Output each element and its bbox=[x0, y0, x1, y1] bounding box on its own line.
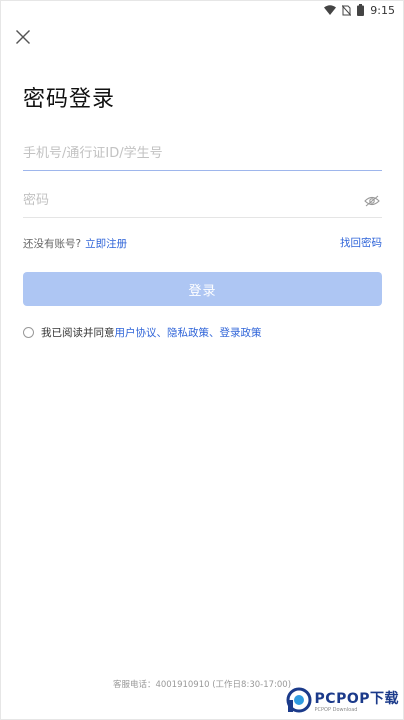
phone-field bbox=[23, 137, 382, 171]
forgot-password-link[interactable]: 找回密码 bbox=[340, 235, 382, 250]
close-button[interactable] bbox=[11, 27, 35, 51]
password-input[interactable] bbox=[23, 184, 353, 217]
toggle-password-visibility-button[interactable] bbox=[362, 191, 382, 211]
login-button[interactable]: 登录 bbox=[23, 272, 382, 306]
eye-off-icon bbox=[364, 192, 380, 211]
page-title: 密码登录 bbox=[23, 87, 116, 112]
agreement-links[interactable]: 用户协议、隐私政策、登录政策 bbox=[115, 325, 262, 340]
no-sim-icon bbox=[342, 4, 352, 16]
phone-input[interactable] bbox=[23, 137, 382, 170]
register-link[interactable]: 立即注册 bbox=[85, 236, 127, 251]
agreement-row: 我已阅读并同意 用户协议、隐私政策、登录政策 bbox=[23, 324, 262, 340]
watermark-brand: PCPOP下载 bbox=[314, 690, 399, 707]
watermark-sub: PCPOP Download bbox=[314, 706, 358, 713]
pcpop-watermark: PCPOP下载 PCPOP Download bbox=[286, 687, 399, 717]
password-field bbox=[23, 184, 382, 218]
wifi-icon bbox=[324, 5, 337, 15]
status-time: 9:15 bbox=[370, 3, 395, 17]
login-screen: 9:15 密码登录 还没有账号? 立即 bbox=[0, 0, 404, 720]
no-account-text: 还没有账号? bbox=[23, 237, 82, 250]
agreement-radio[interactable] bbox=[23, 326, 34, 338]
account-links-row: 还没有账号? 立即注册 找回密码 bbox=[23, 235, 382, 251]
pcpop-logo-icon bbox=[286, 687, 312, 717]
close-icon bbox=[15, 29, 31, 49]
status-bar: 9:15 bbox=[1, 1, 403, 19]
battery-icon bbox=[357, 4, 365, 16]
agreement-prefix: 我已阅读并同意 bbox=[41, 326, 115, 339]
